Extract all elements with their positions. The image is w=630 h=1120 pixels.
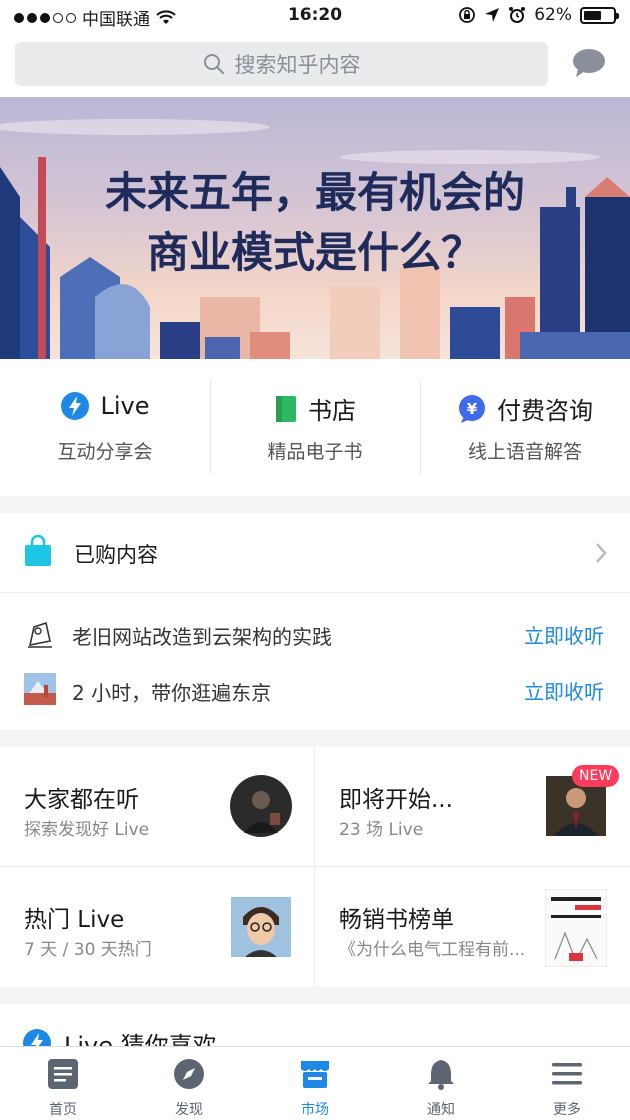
- lightning-icon: [61, 392, 90, 420]
- new-badge-label: NEW: [579, 768, 613, 784]
- yen-bubble-icon: ¥: [459, 394, 485, 423]
- card-everyone-listening[interactable]: 大家都在听 探索发现好 Live: [0, 747, 315, 867]
- card-subtitle: 探索发现好 Live: [24, 820, 150, 840]
- purchased-header[interactable]: 已购内容: [0, 513, 630, 593]
- chevron-right-icon: [596, 543, 607, 563]
- cloud-robot-thumbnail: [24, 617, 56, 649]
- category-subtitle: 互动分享会: [57, 441, 153, 463]
- tab-label: 首页: [49, 1102, 77, 1118]
- card-hot-live[interactable]: 热门 Live 7 天 / 30 天热门: [0, 867, 315, 987]
- book-icon: [276, 395, 296, 422]
- menu-icon: [552, 1063, 582, 1085]
- tab-notifications[interactable]: 通知: [378, 1047, 504, 1120]
- tab-more[interactable]: 更多: [504, 1047, 630, 1120]
- header: 搜索知乎内容: [0, 34, 630, 97]
- card-title: 大家都在听: [24, 787, 139, 813]
- listen-now-link[interactable]: 立即收听: [524, 676, 604, 705]
- card-title: 热门 Live: [24, 907, 125, 933]
- banner-title-line2: 商业模式是什么？: [146, 228, 483, 277]
- message-icon[interactable]: [572, 48, 606, 78]
- card-subtitle: 7 天 / 30 天热门: [24, 940, 152, 960]
- category-title: 书店: [308, 397, 356, 425]
- tab-home[interactable]: 首页: [0, 1047, 126, 1120]
- svg-text:¥: ¥: [467, 400, 478, 418]
- category-title: Live: [100, 392, 150, 420]
- category-subtitle: 精品电子书: [267, 441, 363, 463]
- card-starting-soon[interactable]: 即将开始... 23 场 Live NEW: [315, 747, 630, 867]
- purchased-item[interactable]: 老旧网站改造到云架构的实践 立即收听: [0, 609, 630, 659]
- location-icon: [485, 8, 500, 22]
- speaker-avatar: [230, 775, 292, 837]
- tab-label: 通知: [427, 1102, 455, 1118]
- tab-label: 市场: [301, 1102, 329, 1118]
- home-icon: [48, 1059, 78, 1089]
- listen-now-link[interactable]: 立即收听: [524, 620, 604, 649]
- rotation-lock-icon: [459, 7, 476, 23]
- purchased-item[interactable]: 2 小时，带你逛遍东京 立即收听: [0, 665, 630, 715]
- category-consult[interactable]: ¥ 付费咨询 线上语音解答: [420, 359, 630, 496]
- purchased-item-title: 2 小时，带你逛遍东京: [72, 681, 272, 705]
- store-icon: [301, 1061, 329, 1088]
- card-subtitle: 23 场 Live: [339, 820, 424, 840]
- category-subtitle: 线上语音解答: [467, 441, 582, 463]
- promo-banner[interactable]: 未来五年，最有机会的 商业模式是什么？: [0, 97, 630, 359]
- alarm-icon: [509, 7, 526, 23]
- bell-icon: [428, 1060, 454, 1090]
- card-title: 即将开始...: [339, 787, 453, 813]
- battery-percent: 62%: [534, 5, 572, 25]
- purchased-item-title: 老旧网站改造到云架构的实践: [72, 625, 332, 649]
- category-title: 付费咨询: [497, 397, 593, 425]
- search-input[interactable]: 搜索知乎内容: [15, 42, 548, 86]
- card-subtitle: 《为什么电气工程有前...: [339, 940, 526, 960]
- compass-icon: [174, 1059, 204, 1089]
- card-title: 畅销书榜单: [339, 907, 454, 933]
- category-bookstore[interactable]: 书店 精品电子书: [210, 359, 420, 496]
- tokyo-photo-thumbnail: [24, 673, 56, 705]
- battery-icon: [580, 6, 619, 24]
- purchased-label: 已购内容: [74, 543, 158, 567]
- book-cover: [545, 889, 607, 967]
- cartoon-avatar: [231, 897, 291, 957]
- purchased-section: 已购内容 老旧网站改造到云架构的实践 立即收听 2 小时，带你逛遍东京 立即收听: [0, 513, 630, 730]
- search-placeholder: 搜索知乎内容: [234, 53, 361, 77]
- new-badge: NEW: [572, 765, 620, 787]
- banner-title-line1: 未来五年，最有机会的: [104, 168, 525, 217]
- tab-bar: 首页 发现 市场 通知 更多: [0, 1046, 630, 1120]
- tab-label: 更多: [553, 1102, 581, 1118]
- status-bar: 中国联通 16:20 62%: [0, 0, 630, 34]
- search-icon: [203, 54, 224, 75]
- shopping-bag-icon: [25, 535, 51, 566]
- card-bestseller-books[interactable]: 畅销书榜单 《为什么电气工程有前...: [315, 867, 630, 987]
- status-right: 62%: [458, 5, 619, 25]
- category-row: Live 互动分享会 书店 精品电子书 ¥ 付费咨询 线上语音解答: [0, 359, 630, 496]
- tab-label: 发现: [175, 1102, 203, 1118]
- category-live[interactable]: Live 互动分享会: [0, 359, 210, 496]
- tab-market[interactable]: 市场: [252, 1047, 378, 1120]
- tab-discover[interactable]: 发现: [126, 1047, 252, 1120]
- live-grid: 大家都在听 探索发现好 Live 即将开始... 23 场 Live NEW 热…: [0, 747, 630, 987]
